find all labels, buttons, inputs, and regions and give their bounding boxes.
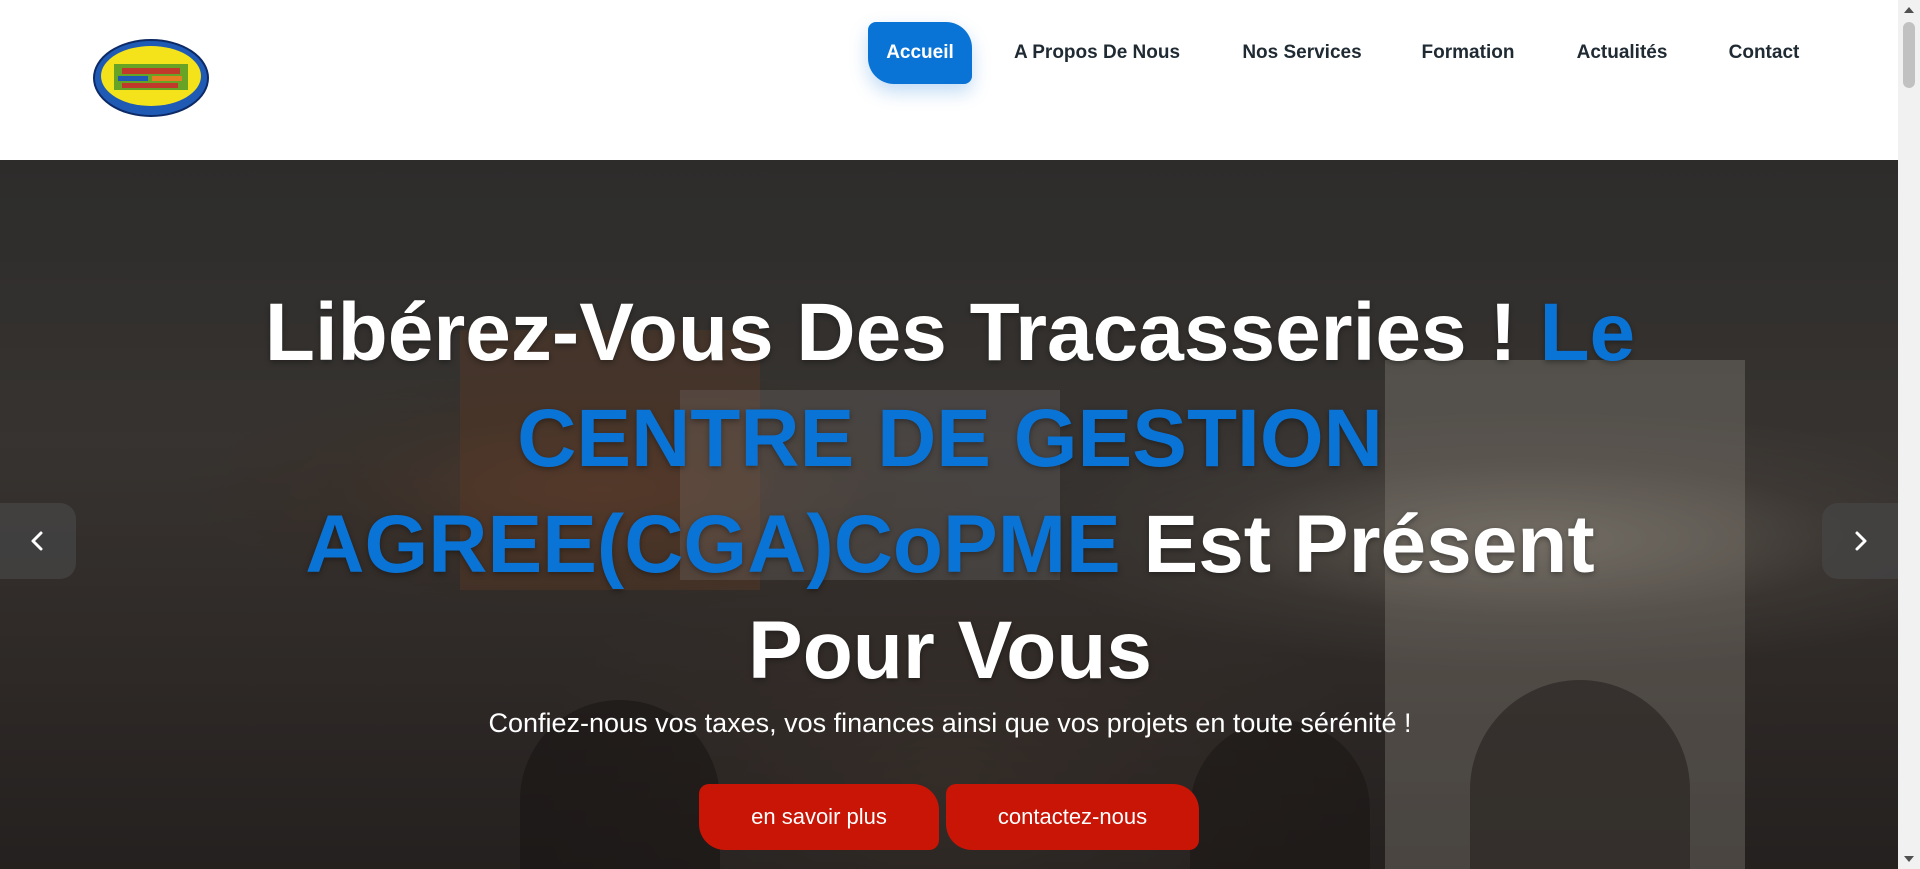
nav-accueil[interactable]: Accueil [868,22,972,84]
site-logo[interactable] [92,38,210,118]
nav-actualites[interactable]: Actualités [1566,22,1678,84]
prev-slide-button[interactable] [0,503,76,579]
hero-title-part1: Libérez-Vous Des Tracasseries ! [264,287,1540,378]
hero-subtitle: Confiez-nous vos taxes, vos finances ain… [488,708,1412,738]
nav-services[interactable]: Nos Services [1230,22,1374,84]
learn-more-button[interactable]: en savoir plus [699,784,939,850]
nav-formation[interactable]: Formation [1412,22,1524,84]
chevron-left-icon [31,531,43,551]
page-scrollbar[interactable] [1898,0,1920,869]
nav-a-propos[interactable]: A Propos De Nous [1004,22,1190,84]
scroll-up-icon[interactable] [1903,4,1915,16]
scroll-down-icon[interactable] [1903,853,1915,865]
next-slide-button[interactable] [1822,503,1898,579]
contact-us-button[interactable]: contactez-nous [946,784,1199,850]
scrollbar-thumb[interactable] [1903,22,1915,88]
hero-title: Libérez-Vous Des Tracasseries ! Le CENTR… [215,280,1685,704]
chevron-right-icon [1855,531,1867,551]
nav-contact[interactable]: Contact [1720,22,1808,84]
hero-slider: Libérez-Vous Des Tracasseries ! Le CENTR… [0,160,1898,869]
site-header: Accueil A Propos De Nous Nos Services Fo… [0,0,1898,160]
